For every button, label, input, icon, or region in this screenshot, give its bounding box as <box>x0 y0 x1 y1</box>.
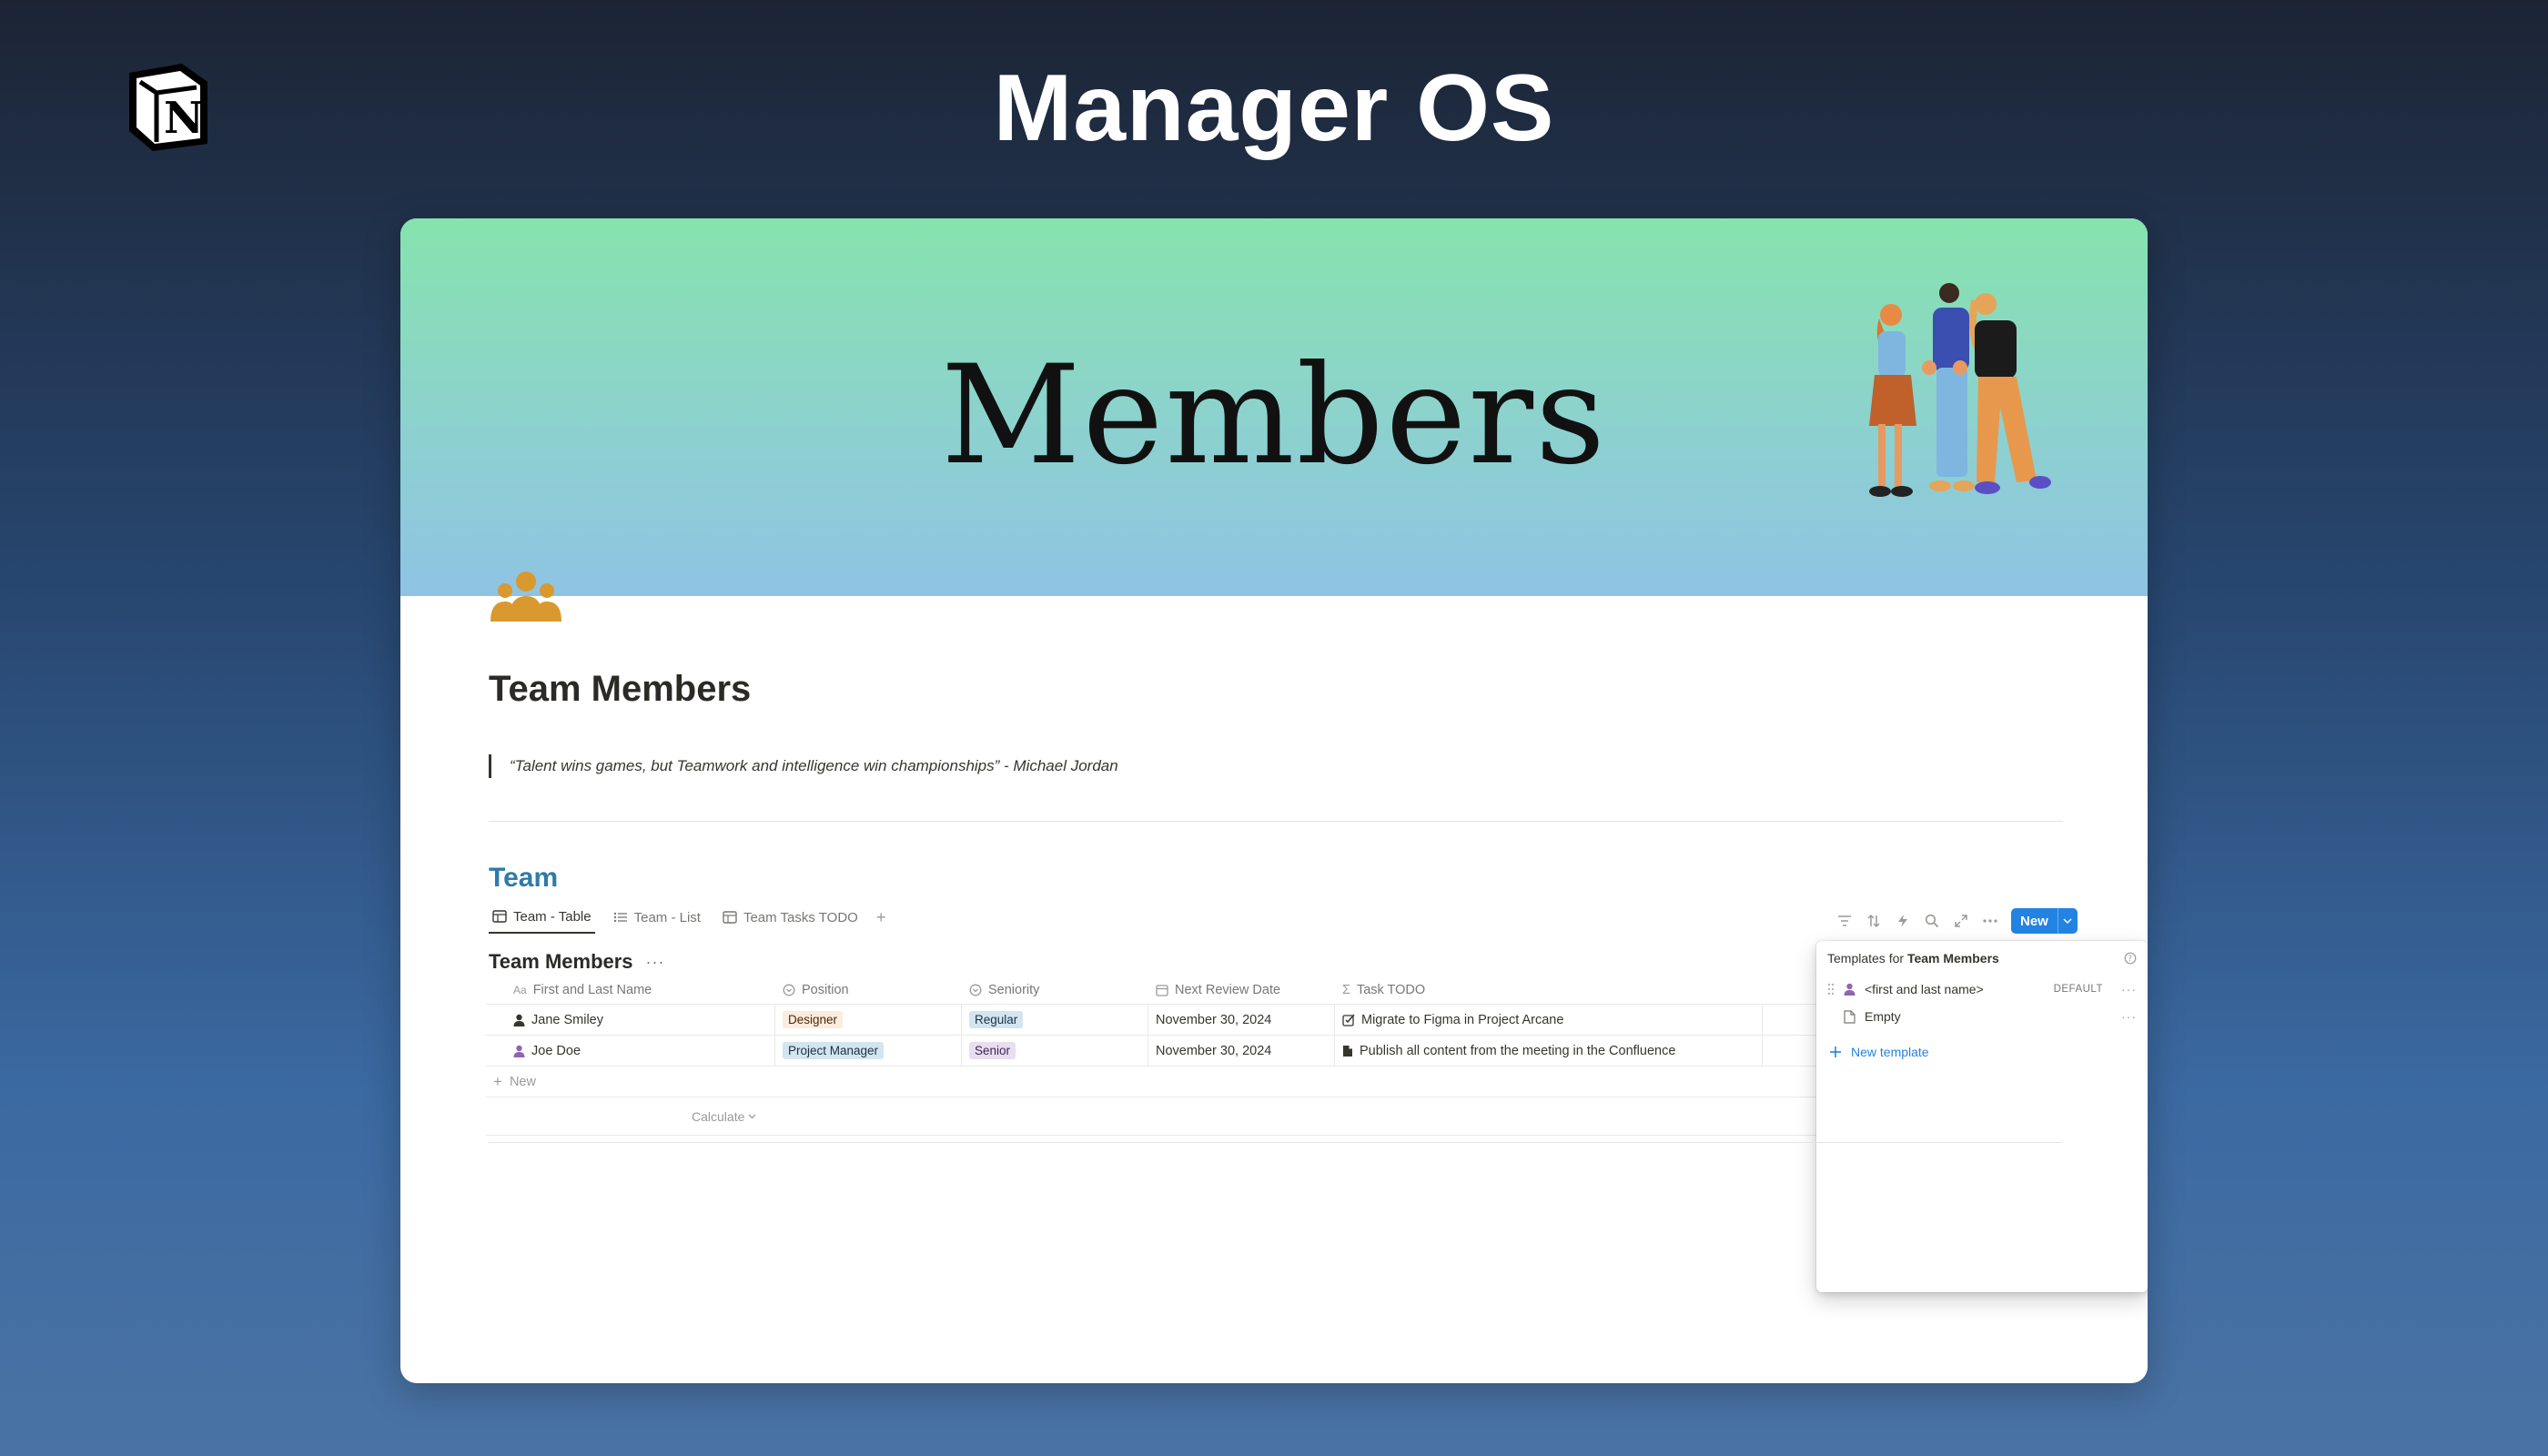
template-label: Empty <box>1865 1009 1901 1024</box>
database-toolbar: New <box>1836 908 2078 934</box>
database-title[interactable]: Team Members ··· <box>489 950 665 974</box>
template-item-default[interactable]: <first and last name> DEFAULT ··· <box>1816 976 2148 1003</box>
new-button-label: New <box>2020 913 2048 929</box>
column-header-seniority[interactable]: Seniority <box>962 976 1148 1004</box>
task-cell[interactable]: Migrate to Figma in Project Arcane <box>1335 1005 1763 1035</box>
column-header-name[interactable]: Aa First and Last Name <box>486 976 775 1004</box>
tab-team-table[interactable]: Team - Table <box>489 901 595 934</box>
person-icon <box>513 1014 525 1026</box>
select-icon <box>969 984 982 996</box>
sort-icon[interactable] <box>1866 913 1882 929</box>
svg-text:?: ? <box>2128 955 2133 964</box>
calendar-icon <box>1156 984 1168 996</box>
more-icon[interactable]: ··· <box>646 953 665 972</box>
seniority-cell[interactable]: Senior <box>962 1036 1148 1066</box>
person-icon <box>1844 983 1855 996</box>
people-group-icon[interactable] <box>487 569 565 622</box>
plus-icon: + <box>493 1072 502 1090</box>
column-header-task-todo[interactable]: Σ Task TODO <box>1335 976 1763 1004</box>
quote-block[interactable]: “Talent wins games, but Teamwork and int… <box>489 754 1118 778</box>
person-icon <box>513 1045 525 1057</box>
position-tag: Designer <box>783 1011 844 1028</box>
checkbox-edit-icon <box>1342 1014 1355 1026</box>
name-cell[interactable]: Jane Smiley <box>486 1005 775 1035</box>
list-icon <box>613 912 627 923</box>
banner-title: Manager OS <box>993 56 1555 161</box>
seniority-tag: Regular <box>969 1011 1024 1028</box>
review-date-cell[interactable]: November 30, 2024 <box>1148 1036 1335 1066</box>
more-icon[interactable]: ··· <box>2121 1009 2137 1024</box>
add-view-icon[interactable]: + <box>876 908 886 927</box>
table-icon <box>723 911 737 924</box>
review-date-cell[interactable]: November 30, 2024 <box>1148 1005 1335 1035</box>
new-template-button[interactable]: New template <box>1816 1036 2148 1068</box>
document-icon <box>1343 1045 1352 1057</box>
page-title[interactable]: Team Members <box>489 669 751 710</box>
expand-icon[interactable] <box>1953 913 1969 929</box>
team-people-illustration <box>1869 283 2051 497</box>
automation-icon[interactable] <box>1895 913 1911 929</box>
help-icon[interactable]: ? <box>2124 952 2137 965</box>
seniority-cell[interactable]: Regular <box>962 1005 1148 1035</box>
position-cell[interactable]: Designer <box>775 1005 962 1035</box>
tab-label: Team - Table <box>513 908 592 925</box>
section-heading[interactable]: Team <box>489 863 558 894</box>
formula-icon: Σ <box>1342 982 1350 997</box>
more-icon[interactable] <box>1982 913 1998 929</box>
tab-team-tasks-todo[interactable]: Team Tasks TODO <box>719 901 862 934</box>
seniority-tag: Senior <box>969 1042 1016 1059</box>
new-button[interactable]: New <box>2011 908 2078 934</box>
template-label: <first and last name> <box>1865 982 1984 996</box>
calculate-button[interactable]: Calculate <box>692 1109 744 1124</box>
chevron-down-icon[interactable] <box>2057 908 2078 934</box>
select-icon <box>783 984 795 996</box>
more-icon[interactable]: ··· <box>2121 982 2137 996</box>
chevron-down-icon[interactable] <box>748 1114 756 1119</box>
filter-icon[interactable] <box>1836 913 1853 929</box>
divider <box>489 821 2063 822</box>
page-icon <box>1844 1009 1855 1024</box>
plus-icon <box>1830 1046 1841 1057</box>
templates-menu-header: Templates for Team Members ? <box>1816 941 2148 976</box>
templates-menu: Templates for Team Members ? <first and … <box>1816 941 2148 1292</box>
search-icon[interactable] <box>1924 913 1940 929</box>
tab-label: Team Tasks TODO <box>743 909 858 925</box>
default-badge: DEFAULT <box>2053 984 2103 995</box>
bottom-divider <box>489 1142 2063 1143</box>
database-title-text: Team Members <box>489 950 633 973</box>
template-item-empty[interactable]: Empty ··· <box>1816 1003 2148 1030</box>
task-cell[interactable]: Publish all content from the meeting in … <box>1335 1036 1763 1066</box>
tab-label: Team - List <box>633 909 701 925</box>
view-tabs: Team - Table Team - List Team Tasks TODO… <box>489 901 885 934</box>
position-cell[interactable]: Project Manager <box>775 1036 962 1066</box>
table-icon <box>492 910 507 923</box>
drag-handle-icon[interactable] <box>1827 983 1835 996</box>
tab-team-list[interactable]: Team - List <box>610 901 704 934</box>
column-header-next-review-date[interactable]: Next Review Date <box>1148 976 1335 1004</box>
cover-image: Members <box>400 218 2148 596</box>
position-tag: Project Manager <box>783 1042 885 1059</box>
name-cell[interactable]: Joe Doe <box>486 1036 775 1066</box>
column-header-position[interactable]: Position <box>775 976 962 1004</box>
text-property-icon: Aa <box>513 983 527 996</box>
templates-menu-target: Team Members <box>1906 951 1999 966</box>
notion-page-window: Members Team Members “Talent wins games,… <box>400 218 2148 1383</box>
